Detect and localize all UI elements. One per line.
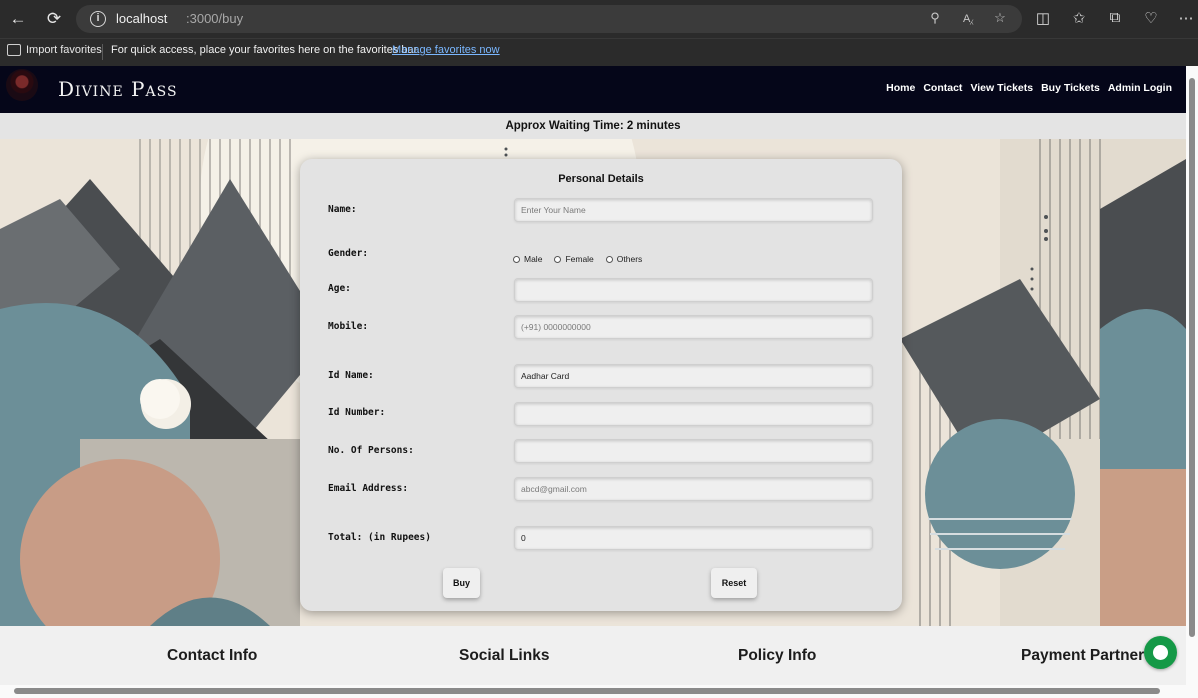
browser-essentials-icon[interactable]: ♡: [1141, 9, 1161, 27]
nav-admin-login[interactable]: Admin Login: [1108, 82, 1172, 94]
scrollbar-thumb[interactable]: [14, 688, 1160, 694]
form-title: Personal Details: [558, 173, 644, 185]
gender-others-radio[interactable]: Others: [605, 254, 643, 264]
site-info-icon[interactable]: i: [90, 11, 106, 27]
footer-contact-info: Contact Info: [167, 647, 258, 664]
site-header: Divine Pass Home Contact View Tickets Bu…: [0, 66, 1186, 113]
total-label: Total: (in Rupees): [328, 532, 431, 543]
name-label: Name:: [328, 204, 357, 215]
personal-details-form: Personal Details Name: Enter Your Name G…: [300, 159, 902, 611]
url-path: :3000/buy: [186, 11, 244, 26]
browser-toolbar: ← ⟳ i localhost :3000/buy ⚲ A⁁ ☆ ◫ ✩ ⧉ ♡…: [0, 0, 1198, 38]
persons-input[interactable]: [514, 439, 873, 463]
favorites-bar: Import favorites For quick access, place…: [0, 38, 1198, 66]
collections-icon[interactable]: ⧉: [1105, 9, 1125, 26]
name-input[interactable]: Enter Your Name: [514, 198, 873, 222]
gender-options: Male Female Others: [513, 254, 642, 264]
nav-home[interactable]: Home: [886, 82, 915, 94]
total-input[interactable]: 0: [514, 526, 873, 550]
mobile-input[interactable]: (+91) 0000000000: [514, 315, 873, 339]
id-name-label: Id Name:: [328, 370, 374, 381]
footer-social-links: Social Links: [459, 647, 550, 664]
gender-label: Gender:: [328, 248, 369, 259]
nav-buy-tickets[interactable]: Buy Tickets: [1041, 82, 1100, 94]
manage-favorites-link[interactable]: Manage favorites now: [392, 44, 500, 56]
main-nav: Home Contact View Tickets Buy Tickets Ad…: [886, 82, 1172, 94]
buy-button[interactable]: Buy: [443, 568, 480, 598]
scrollbar-thumb[interactable]: [1189, 78, 1195, 637]
nav-contact[interactable]: Contact: [923, 82, 962, 94]
import-favorites-icon[interactable]: [7, 44, 21, 56]
import-favorites-link[interactable]: Import favorites: [26, 44, 102, 56]
split-screen-icon[interactable]: ◫: [1033, 9, 1053, 27]
favorites-list-icon[interactable]: ✩: [1069, 9, 1089, 27]
horizontal-scrollbar[interactable]: [0, 685, 1198, 698]
age-label: Age:: [328, 283, 351, 294]
email-input[interactable]: abcd@gmail.com: [514, 477, 873, 501]
id-number-input[interactable]: [514, 402, 873, 426]
gender-female-label: Female: [565, 254, 594, 264]
site-logo[interactable]: [6, 69, 38, 101]
id-number-label: Id Number:: [328, 407, 386, 418]
reset-button[interactable]: Reset: [711, 568, 757, 598]
back-arrow-icon[interactable]: ←: [7, 8, 29, 30]
address-bar[interactable]: i localhost :3000/buy ⚲ A⁁ ☆: [76, 5, 1022, 33]
settings-more-icon[interactable]: ⋯: [1176, 9, 1196, 27]
mobile-label: Mobile:: [328, 321, 369, 332]
divider: [102, 44, 103, 60]
gender-female-radio[interactable]: Female: [554, 254, 594, 264]
radio-circle-icon[interactable]: [554, 255, 562, 263]
favorites-hint: For quick access, place your favorites h…: [111, 44, 420, 56]
refresh-icon[interactable]: ⟳: [43, 8, 65, 30]
site-footer: Contact Info Social Links Policy Info Pa…: [0, 626, 1186, 686]
id-name-input[interactable]: Aadhar Card: [514, 364, 873, 388]
email-label: Email Address:: [328, 483, 409, 494]
gender-male-radio[interactable]: Male: [513, 254, 542, 264]
waiting-time-banner: Approx Waiting Time: 2 minutes: [0, 113, 1186, 139]
url-host: localhost: [116, 11, 168, 26]
brand-name[interactable]: Divine Pass: [58, 77, 178, 101]
footer-payment-partner: Payment Partner: [1021, 647, 1145, 664]
gender-male-label: Male: [524, 254, 543, 264]
read-aloud-icon[interactable]: A⁁: [959, 12, 977, 25]
nav-view-tickets[interactable]: View Tickets: [970, 82, 1033, 94]
age-input[interactable]: [514, 278, 873, 302]
zoom-icon[interactable]: ⚲: [926, 10, 944, 26]
radio-circle-icon[interactable]: [513, 255, 520, 263]
favorite-star-icon[interactable]: ☆: [991, 10, 1009, 26]
persons-label: No. Of Persons:: [328, 445, 414, 456]
vertical-scrollbar[interactable]: [1186, 66, 1198, 685]
gender-others-label: Others: [616, 254, 643, 264]
radio-circle-icon[interactable]: [605, 255, 613, 263]
footer-policy-info: Policy Info: [738, 647, 817, 664]
chat-bubble-icon[interactable]: [1144, 636, 1177, 669]
